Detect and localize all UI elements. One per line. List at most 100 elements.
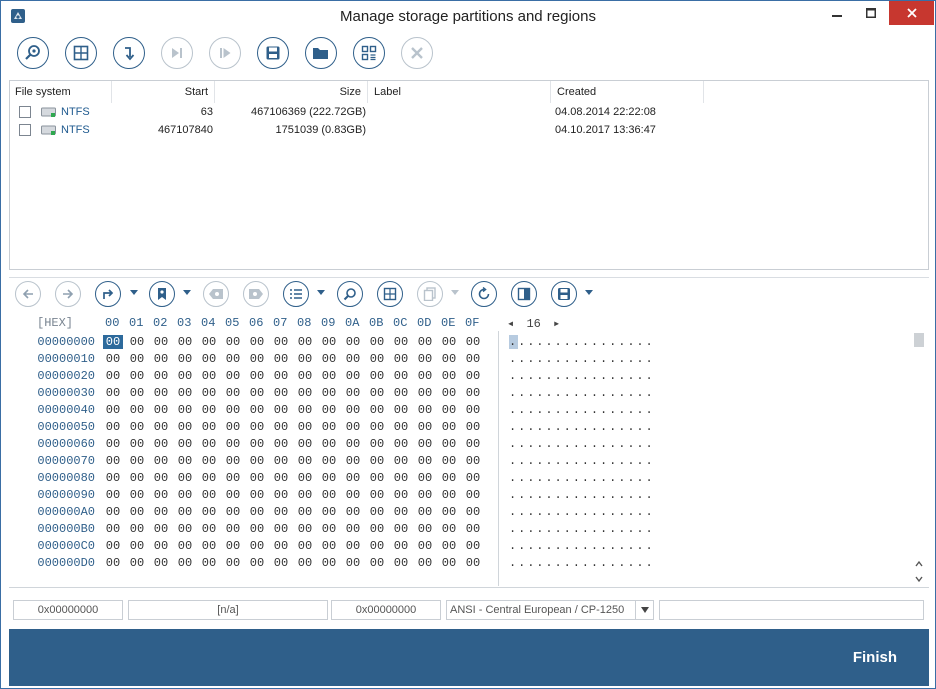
hex-byte[interactable]: 00 (271, 505, 291, 519)
hex-byte[interactable]: 00 (247, 454, 267, 468)
hex-byte[interactable]: 00 (367, 352, 387, 366)
hex-byte[interactable]: 00 (175, 335, 195, 349)
hex-byte[interactable]: 00 (295, 471, 315, 485)
ascii-row[interactable]: ................ (509, 437, 655, 451)
hex-byte[interactable]: 00 (127, 505, 147, 519)
hex-byte[interactable]: 00 (343, 488, 363, 502)
hex-byte[interactable]: 00 (175, 403, 195, 417)
hex-byte[interactable]: 00 (199, 335, 219, 349)
hex-byte[interactable]: 00 (367, 522, 387, 536)
hex-byte[interactable]: 00 (295, 539, 315, 553)
forward-button[interactable] (55, 281, 81, 307)
finish-button[interactable]: Finish (853, 646, 897, 668)
copy-dropdown-caret[interactable] (451, 290, 459, 295)
hex-byte[interactable]: 00 (247, 471, 267, 485)
hex-byte[interactable]: 00 (463, 335, 483, 349)
hex-byte[interactable]: 00 (271, 369, 291, 383)
hex-byte[interactable]: 00 (103, 335, 123, 349)
hex-byte[interactable]: 00 (367, 454, 387, 468)
hex-byte[interactable]: 00 (103, 539, 123, 553)
list-dropdown-caret[interactable] (317, 290, 325, 295)
hex-byte[interactable]: 00 (223, 488, 243, 502)
hex-byte[interactable]: 00 (343, 352, 363, 366)
hex-byte[interactable]: 00 (127, 335, 147, 349)
hex-byte[interactable]: 00 (199, 420, 219, 434)
hex-byte[interactable]: 00 (415, 471, 435, 485)
hex-byte[interactable]: 00 (319, 505, 339, 519)
back-button[interactable] (15, 281, 41, 307)
hex-byte[interactable]: 00 (319, 403, 339, 417)
hex-byte[interactable]: 00 (295, 505, 315, 519)
hex-byte[interactable]: 00 (391, 539, 411, 553)
hex-byte[interactable]: 00 (463, 454, 483, 468)
hex-byte[interactable]: 00 (127, 437, 147, 451)
hex-byte[interactable]: 00 (175, 471, 195, 485)
hex-byte[interactable]: 00 (151, 488, 171, 502)
hex-byte[interactable]: 00 (103, 556, 123, 570)
copy-button[interactable] (417, 281, 443, 307)
hex-byte[interactable]: 00 (463, 369, 483, 383)
hex-byte[interactable]: 00 (343, 454, 363, 468)
hex-byte[interactable]: 00 (367, 505, 387, 519)
hex-byte[interactable]: 00 (415, 539, 435, 553)
maximize-button[interactable] (857, 1, 885, 25)
hex-byte[interactable]: 00 (103, 437, 123, 451)
hex-byte[interactable]: 00 (223, 437, 243, 451)
hex-byte[interactable]: 00 (175, 556, 195, 570)
skip-end-button[interactable] (161, 37, 193, 69)
hex-byte[interactable]: 00 (271, 437, 291, 451)
hex-byte[interactable]: 00 (127, 488, 147, 502)
hex-byte[interactable]: 00 (271, 522, 291, 536)
hex-byte[interactable]: 00 (415, 505, 435, 519)
save-button[interactable] (257, 37, 289, 69)
hex-byte[interactable]: 00 (391, 454, 411, 468)
hex-byte[interactable]: 00 (175, 369, 195, 383)
hex-byte[interactable]: 00 (343, 522, 363, 536)
hex-byte[interactable]: 00 (415, 488, 435, 502)
hex-byte[interactable]: 00 (175, 437, 195, 451)
hex-byte[interactable]: 00 (271, 335, 291, 349)
partition-checkbox[interactable] (19, 106, 31, 118)
hex-byte[interactable]: 00 (415, 454, 435, 468)
hex-byte[interactable]: 00 (415, 403, 435, 417)
hex-byte[interactable]: 00 (295, 454, 315, 468)
ascii-row[interactable]: ................ (509, 539, 655, 553)
hex-byte[interactable]: 00 (127, 539, 147, 553)
bytes-per-row-selector[interactable]: ◂ 16 ▸ (507, 316, 560, 331)
hex-byte[interactable]: 00 (343, 437, 363, 451)
hex-byte[interactable]: 00 (223, 420, 243, 434)
hex-byte[interactable]: 00 (175, 386, 195, 400)
scroll-down-icon[interactable] (914, 574, 924, 584)
hex-byte[interactable]: 00 (343, 505, 363, 519)
hex-byte[interactable]: 00 (247, 539, 267, 553)
hex-byte[interactable]: 00 (295, 403, 315, 417)
hex-byte[interactable]: 00 (415, 335, 435, 349)
hex-byte[interactable]: 00 (103, 454, 123, 468)
hex-byte[interactable]: 00 (151, 471, 171, 485)
close-button[interactable] (889, 1, 934, 25)
vertical-scrollbar[interactable] (911, 331, 927, 587)
hex-byte[interactable]: 00 (247, 488, 267, 502)
hex-byte[interactable]: 00 (343, 335, 363, 349)
hex-byte[interactable]: 00 (295, 369, 315, 383)
hex-byte[interactable]: 00 (151, 403, 171, 417)
hex-byte[interactable]: 00 (175, 505, 195, 519)
hex-byte[interactable]: 00 (367, 471, 387, 485)
encoding-select[interactable]: ANSI - Central European / CP-1250 (446, 600, 654, 620)
hex-byte[interactable]: 00 (439, 420, 459, 434)
hex-byte[interactable]: 00 (103, 488, 123, 502)
hex-byte[interactable]: 00 (151, 522, 171, 536)
hex-byte[interactable]: 00 (391, 522, 411, 536)
hex-byte[interactable]: 00 (391, 335, 411, 349)
next-bookmark-button[interactable] (243, 281, 269, 307)
list-button[interactable] (283, 281, 309, 307)
hex-byte[interactable]: 00 (271, 386, 291, 400)
hex-byte[interactable]: 00 (295, 352, 315, 366)
hex-byte[interactable]: 00 (127, 556, 147, 570)
partition-row[interactable]: NTFS 467107840 1751039 (0.83GB) 04.10.20… (10, 121, 928, 139)
hex-byte[interactable]: 00 (463, 352, 483, 366)
hex-byte[interactable]: 00 (319, 454, 339, 468)
hex-byte[interactable]: 00 (127, 454, 147, 468)
hex-byte[interactable]: 00 (391, 403, 411, 417)
panel-button[interactable] (511, 281, 537, 307)
